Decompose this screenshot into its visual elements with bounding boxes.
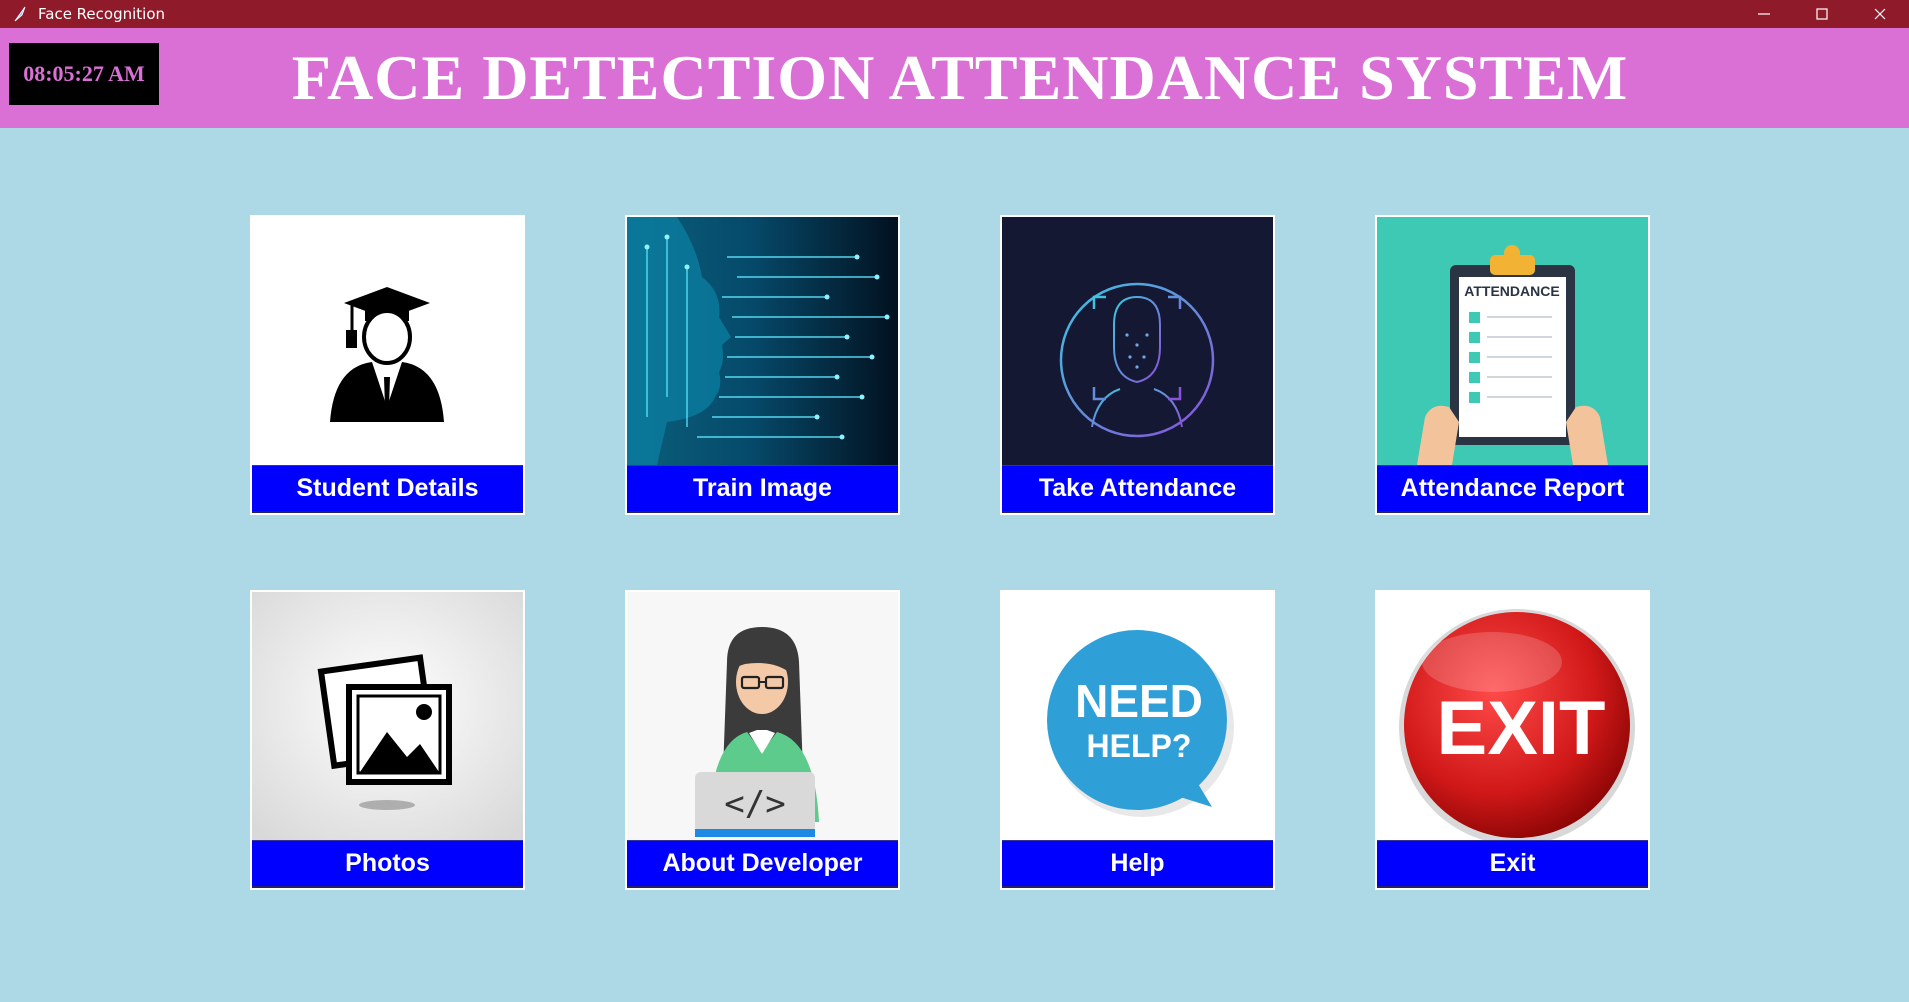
exit-button-icon: EXIT (1377, 592, 1648, 840)
face-scan-icon (1002, 217, 1273, 465)
photos-gallery-icon (252, 592, 523, 840)
student-details-label: Student Details (252, 465, 523, 513)
close-button[interactable] (1851, 0, 1909, 28)
exit-text: EXIT (1437, 686, 1606, 771)
exit-label: Exit (1377, 840, 1648, 888)
student-details-button[interactable]: Student Details (250, 215, 525, 515)
exit-button[interactable]: EXIT Exit (1375, 590, 1650, 890)
photos-button[interactable]: Photos (250, 590, 525, 890)
photos-label: Photos (252, 840, 523, 888)
code-tag-text: </> (724, 784, 785, 824)
maximize-icon (1816, 8, 1828, 20)
clock-display: 08:05:27 AM (9, 43, 159, 105)
window-titlebar: Face Recognition (0, 0, 1909, 28)
minimize-icon (1758, 13, 1770, 15)
page-title: FACE DETECTION ATTENDANCE SYSTEM (291, 42, 1629, 113)
minimize-button[interactable] (1735, 0, 1793, 28)
train-image-button[interactable]: Train Image (625, 215, 900, 515)
help-button[interactable]: NEED HELP? Help (1000, 590, 1275, 890)
window-title: Face Recognition (38, 5, 166, 23)
ai-circuit-face-icon (627, 217, 898, 465)
help-label: Help (1002, 840, 1273, 888)
feather-icon (10, 4, 30, 24)
developer-avatar-icon: </> (627, 592, 898, 840)
clipboard-title-text: ATTENDANCE (1464, 283, 1559, 299)
about-developer-label: About Developer (627, 840, 898, 888)
need-help-bubble-icon: NEED HELP? (1002, 592, 1273, 840)
maximize-button[interactable] (1793, 0, 1851, 28)
attendance-report-label: Attendance Report (1377, 465, 1648, 513)
take-attendance-label: Take Attendance (1002, 465, 1273, 513)
take-attendance-button[interactable]: Take Attendance (1000, 215, 1275, 515)
help-text: HELP? (1087, 728, 1192, 764)
train-image-label: Train Image (627, 465, 898, 513)
student-graduate-icon (252, 217, 523, 465)
attendance-report-button[interactable]: ATTENDANCE Attendance Report (1375, 215, 1650, 515)
about-developer-button[interactable]: </> About Developer (625, 590, 900, 890)
attendance-clipboard-icon: ATTENDANCE (1377, 217, 1648, 465)
close-icon (1874, 8, 1886, 20)
header-bar: 08:05:27 AM FACE DETECTION ATTENDANCE SY… (0, 28, 1909, 128)
need-text: NEED (1075, 675, 1203, 727)
